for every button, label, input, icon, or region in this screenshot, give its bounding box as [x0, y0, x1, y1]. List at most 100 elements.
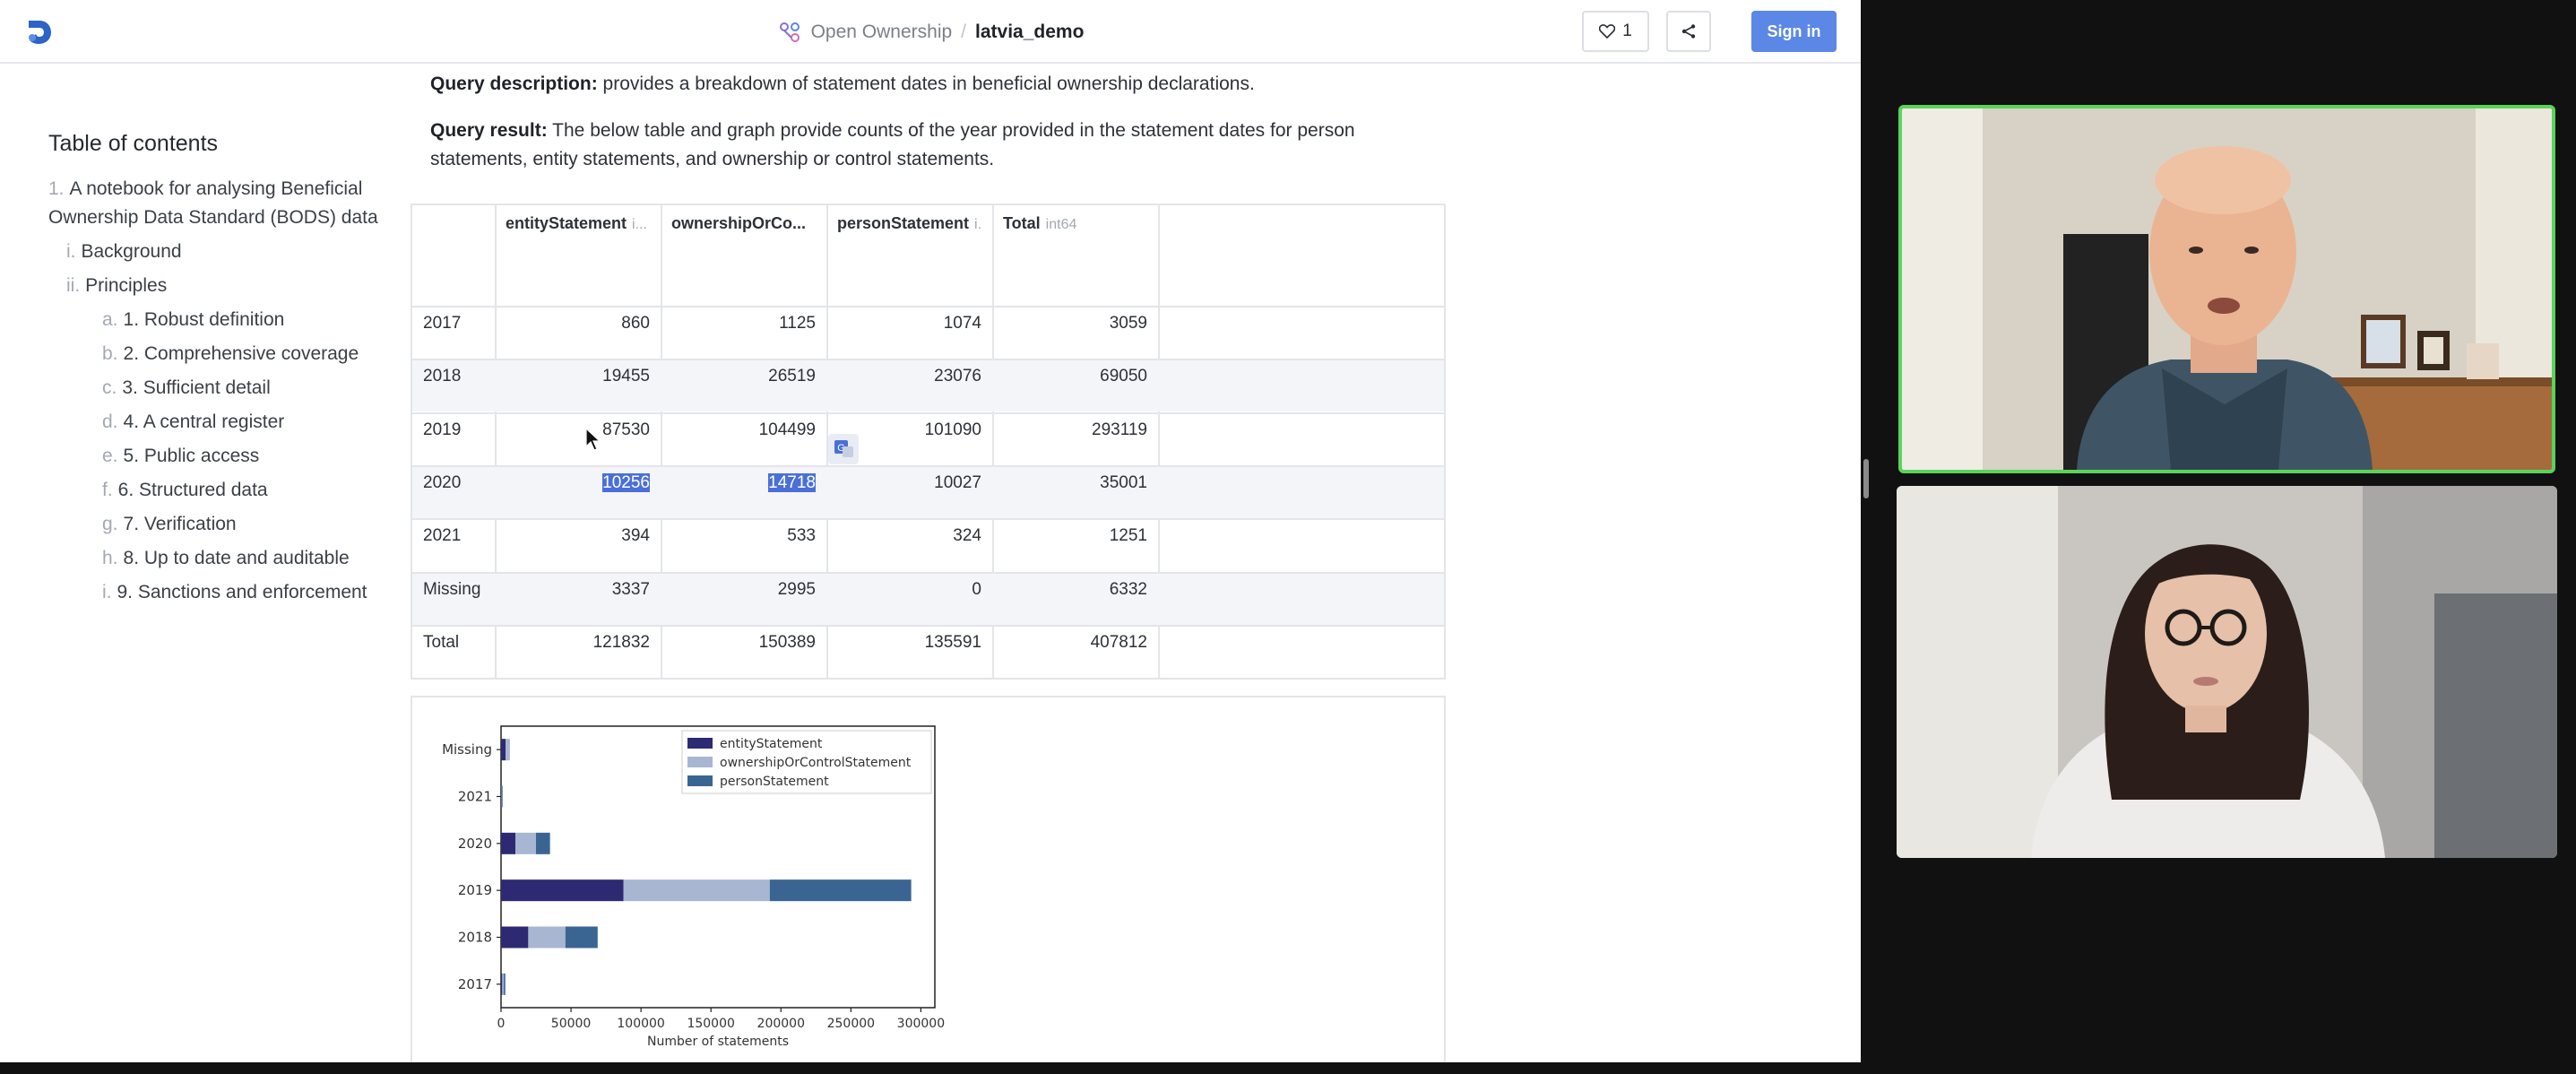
table-cell[interactable]: 26519	[661, 360, 826, 413]
table-row[interactable]: 2017 860 1125 1074 3059	[412, 306, 1444, 359]
bar-segment	[501, 926, 529, 948]
table-cell-value: 1074	[943, 314, 981, 333]
table-cell[interactable]: 1251	[992, 520, 1158, 573]
table-cell[interactable]: 10027	[826, 467, 992, 520]
table-row[interactable]: Missing 3337 2995 0 6332	[412, 571, 1444, 627]
table-cell[interactable]: 533	[661, 520, 826, 573]
table-cell-value: 35001	[1100, 472, 1147, 492]
column-header[interactable]: ownershipOrCo...	[661, 205, 826, 306]
share-button[interactable]	[1666, 11, 1711, 52]
toc-item[interactable]: e. 5. Public access	[48, 442, 389, 471]
table-cell[interactable]: 23076	[826, 360, 992, 413]
table-row[interactable]: 2020 10256 14718 10027 35001	[412, 464, 1444, 520]
table-cell[interactable]: 2995	[661, 574, 826, 627]
column-header[interactable]: personStatement i.	[826, 205, 992, 306]
toc-item-label: Principles	[85, 275, 168, 296]
table-cell[interactable]: 87530	[495, 414, 661, 467]
table-cell-value: 104499	[758, 420, 816, 439]
table-of-contents: Table of contents 1. A notebook for analy…	[48, 131, 389, 612]
row-index: 2018	[423, 367, 462, 386]
toc-item[interactable]: 1. A notebook for analysing Beneficial Ow…	[48, 175, 389, 232]
toc-item-label: 4. A central register	[123, 411, 285, 432]
x-tick-label: 100000	[617, 1017, 664, 1031]
toc-item[interactable]: f. 6. Structured data	[48, 476, 389, 505]
participant-2-feed	[1897, 486, 2557, 858]
translate-icon[interactable]: G	[828, 434, 859, 464]
column-header[interactable]: Total int64	[992, 205, 1158, 306]
category-label: Missing	[442, 741, 492, 758]
bar-segment	[535, 832, 550, 854]
toc-item[interactable]: g. 7. Verification	[48, 510, 389, 539]
toc-item-number: i.	[66, 241, 76, 262]
x-tick-label: 50000	[551, 1017, 592, 1031]
bar-segment	[504, 973, 506, 995]
table-row[interactable]: Total 121832 150389 135591 407812	[412, 624, 1444, 680]
x-tick-label: 250000	[827, 1017, 875, 1031]
mouse-cursor-icon	[585, 427, 601, 451]
table-cell-value: 23076	[934, 367, 981, 386]
result-table[interactable]: entityStatement i... ownershipOrCo... perso…	[411, 204, 1446, 680]
table-cell[interactable]: 121832	[495, 627, 661, 680]
table-cell[interactable]: 3337	[495, 574, 661, 627]
toc-item[interactable]: i. Background	[48, 238, 389, 266]
table-cell[interactable]: 150389	[661, 627, 826, 680]
legend-swatch	[687, 775, 713, 786]
table-cell[interactable]: 324	[826, 520, 992, 573]
toc-item-label: Background	[81, 241, 182, 262]
table-row[interactable]: 2019 87530 104499 101090 293119	[412, 411, 1444, 467]
column-header[interactable]: entityStatement i...	[495, 205, 661, 306]
table-cell[interactable]: 3059	[992, 307, 1158, 360]
table-cell-value: 150389	[758, 632, 816, 652]
table-cell[interactable]: 135591	[826, 627, 992, 680]
table-cell[interactable]: 6332	[992, 574, 1158, 627]
table-cell-value: 2995	[777, 579, 816, 599]
table-cell[interactable]: 69050	[992, 360, 1158, 413]
table-cell[interactable]: 407812	[992, 627, 1158, 680]
table-cell[interactable]: 35001	[992, 467, 1158, 520]
table-cell-value: 135591	[924, 632, 981, 652]
org-link[interactable]: Open Ownership	[811, 22, 953, 43]
sign-in-button[interactable]: Sign in	[1751, 11, 1837, 52]
toc-item-label: 9. Sanctions and enforcement	[117, 582, 367, 602]
bar-segment	[623, 879, 770, 902]
toc-item-number: g.	[102, 514, 118, 534]
table-cell[interactable]: 19455	[495, 360, 661, 413]
table-cell[interactable]: 1074	[826, 307, 992, 360]
toc-item[interactable]: c. 3. Sufficient detail	[48, 374, 389, 403]
table-cell[interactable]: 10256	[495, 467, 661, 520]
share-icon	[1681, 24, 1696, 39]
table-cell-value: 1125	[779, 314, 816, 333]
like-button[interactable]: 1	[1582, 11, 1649, 52]
query-result: Query result: The below table and graph …	[430, 117, 1452, 174]
toc-item[interactable]: i. 9. Sanctions and enforcement	[48, 578, 389, 607]
toc-item[interactable]: d. 4. A central register	[48, 408, 389, 437]
query-description-text: provides a breakdown of statement dates …	[597, 74, 1255, 94]
column-header-name: entityStatement	[506, 214, 627, 232]
toc-item[interactable]: h. 8. Up to date and auditable	[48, 544, 389, 573]
bar-segment	[501, 879, 624, 902]
toc-item[interactable]: ii. Principles	[48, 272, 389, 300]
table-row[interactable]: 2021 394 533 324 1251	[412, 518, 1444, 571]
table-cell[interactable]: 860	[495, 307, 661, 360]
toc-item-number: 1.	[48, 178, 65, 199]
table-row[interactable]: 2018 19455 26519 23076 69050	[412, 359, 1444, 413]
toc-item[interactable]: a. 1. Robust definition	[48, 306, 389, 334]
table-cell-value: 293119	[1092, 420, 1147, 439]
participant-2-video[interactable]	[1897, 486, 2557, 858]
table-cell[interactable]: 293119	[992, 414, 1158, 467]
row-index: 2020	[423, 472, 462, 492]
table-cell[interactable]: 0	[826, 574, 992, 627]
scrollbar[interactable]	[1863, 459, 1869, 498]
toc-item[interactable]: b. 2. Comprehensive coverage	[48, 340, 389, 368]
table-cell[interactable]: 104499	[661, 414, 826, 467]
category-label: 2019	[458, 882, 492, 898]
table-cell-value: 3337	[611, 579, 650, 599]
participant-1-video[interactable]	[1898, 105, 2555, 473]
table-cell[interactable]: 14718	[661, 467, 826, 520]
notebook-title[interactable]: latvia_demo	[975, 22, 1084, 43]
toc-list: 1. A notebook for analysing Beneficial Ow…	[48, 175, 389, 607]
toc-item-number: b.	[102, 343, 118, 364]
row-index: 2017	[423, 314, 462, 333]
table-cell[interactable]: 1125	[661, 307, 826, 360]
table-cell[interactable]: 394	[495, 520, 661, 573]
